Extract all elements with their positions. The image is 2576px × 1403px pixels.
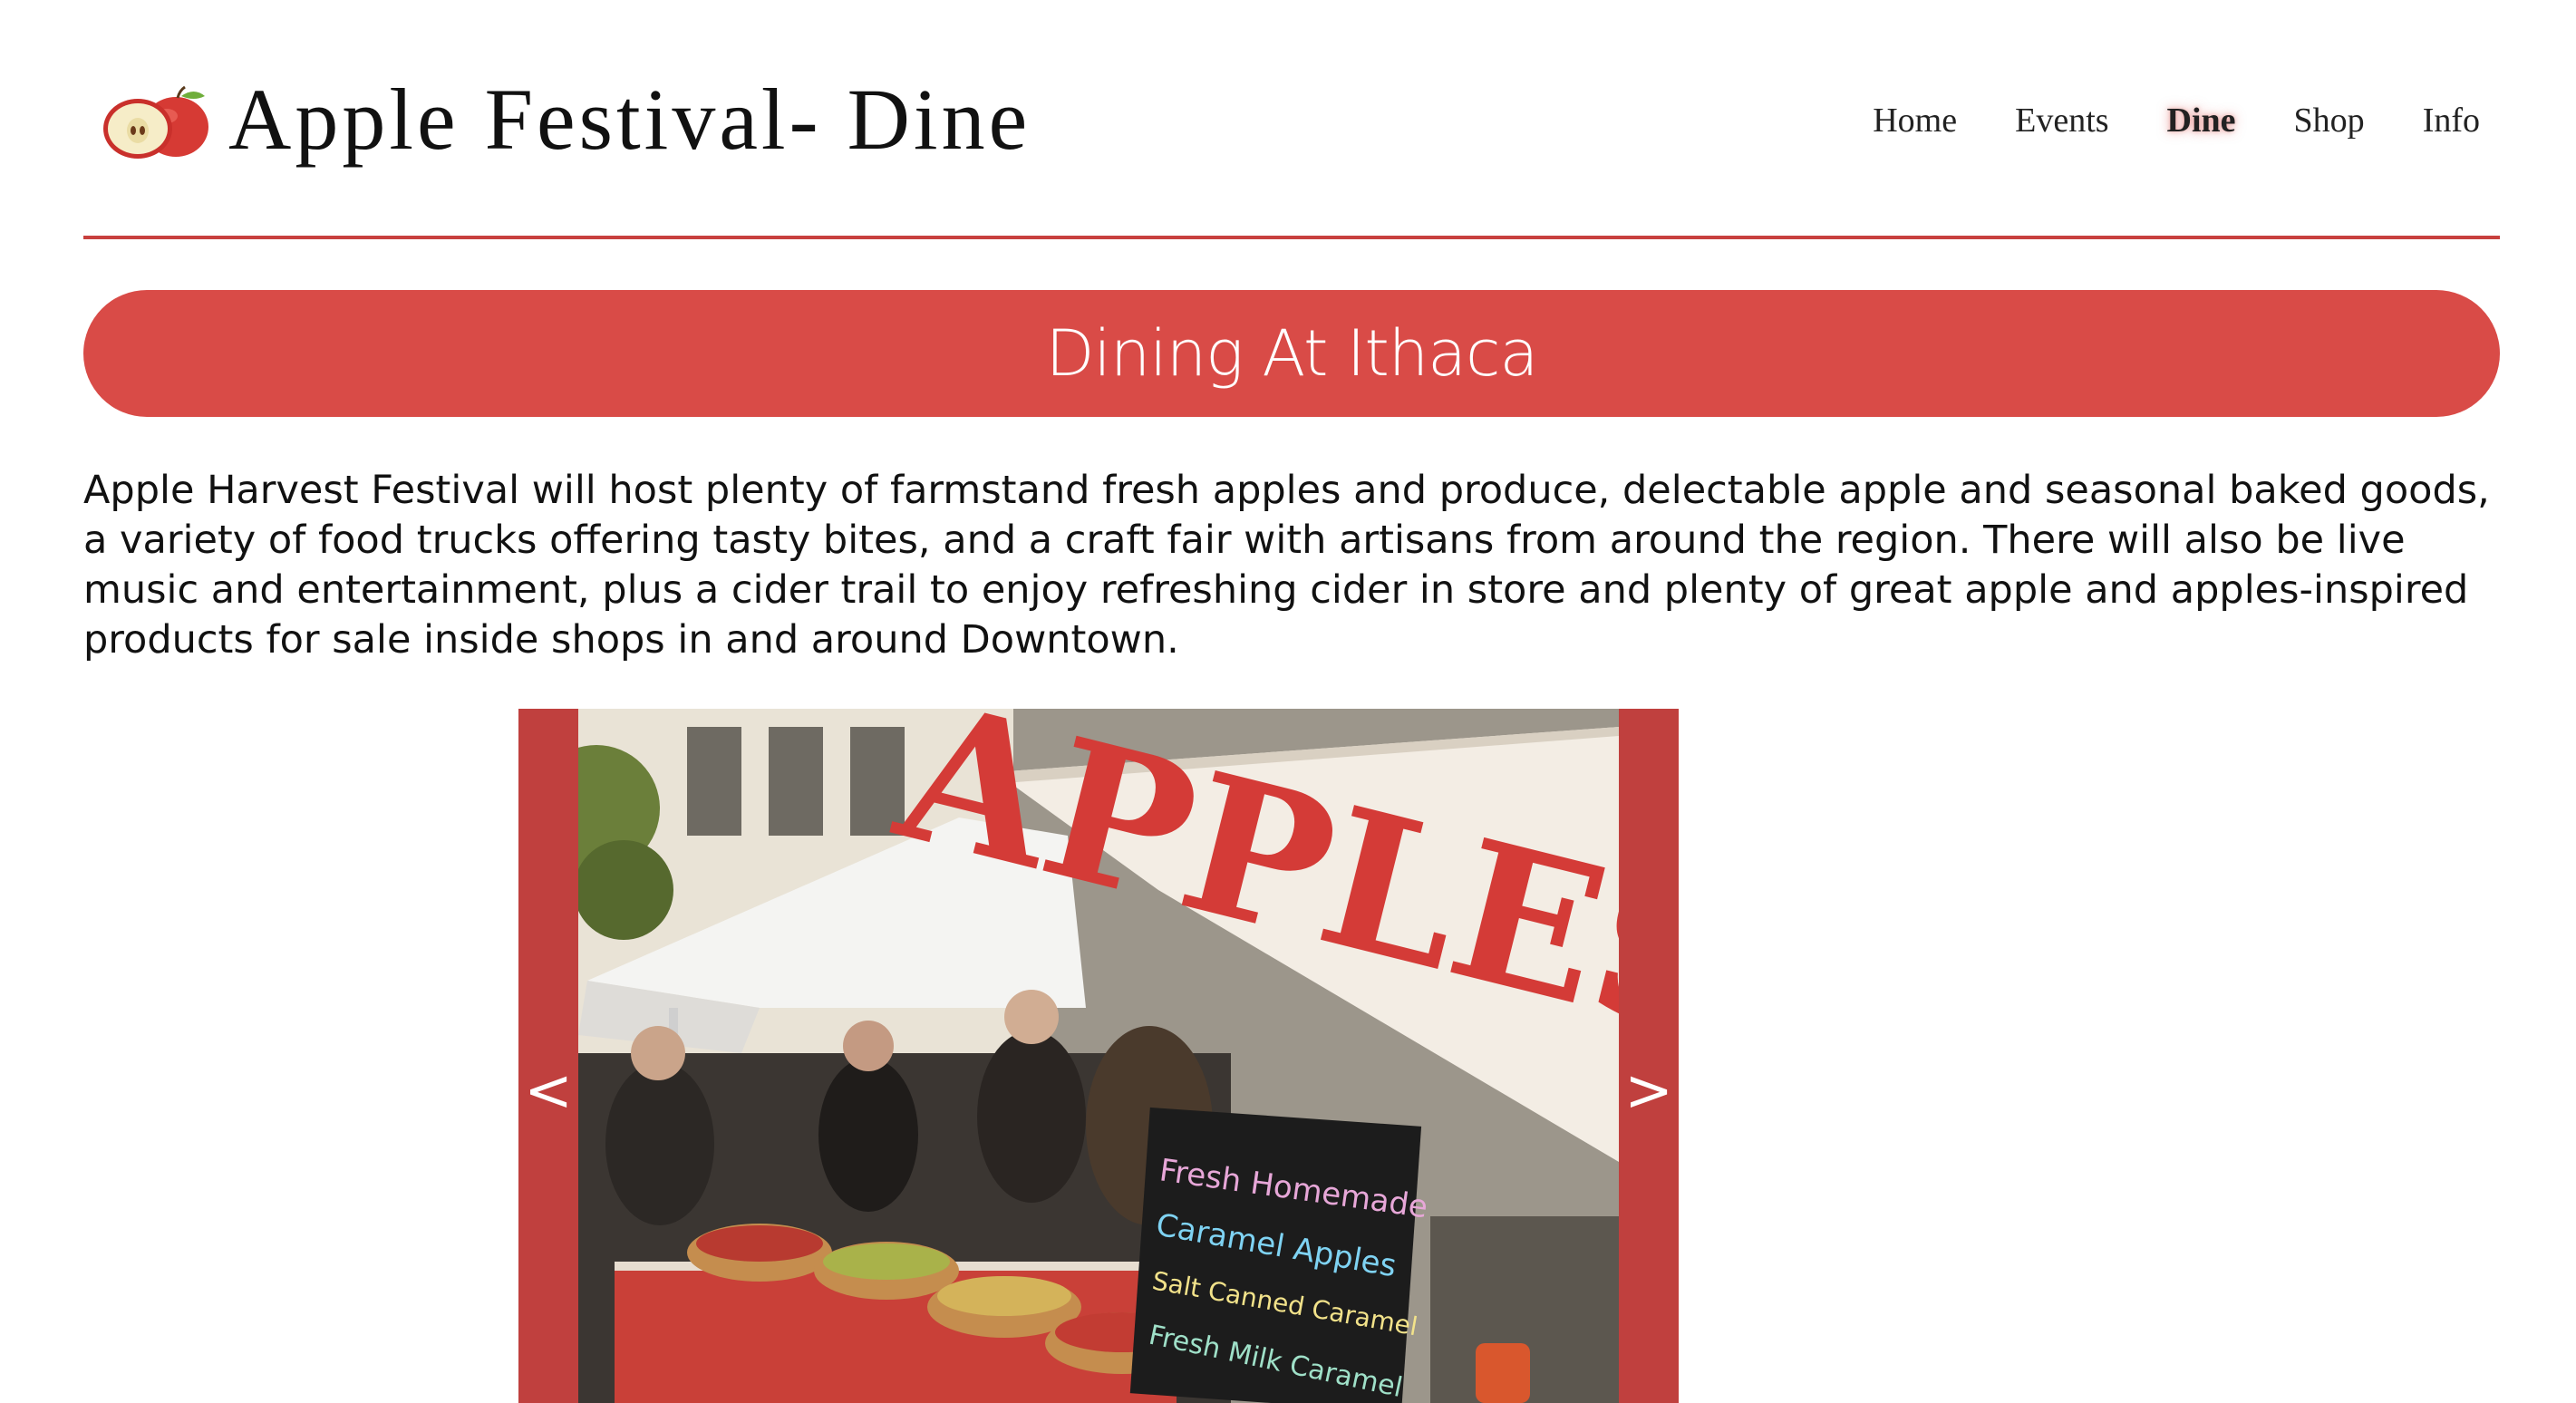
header-divider [83, 236, 2500, 239]
section-title: Dining At Ithaca [1045, 316, 1539, 391]
section-banner: Dining At Ithaca [83, 290, 2500, 417]
nav-item-shop[interactable]: Shop [2294, 103, 2365, 138]
nav-item-dine[interactable]: Dine [2167, 103, 2236, 138]
main-nav: Home Events Dine Shop Info [1873, 103, 2480, 138]
apple-icon[interactable] [100, 85, 212, 161]
next-slide-button[interactable]: > [1619, 1062, 1679, 1120]
intro-paragraph: Apple Harvest Festival will host plenty … [83, 468, 2490, 663]
previous-slide-button[interactable]: < [518, 1062, 578, 1120]
site-title: Apple Festival- Dine [228, 71, 1031, 168]
nav-item-events[interactable]: Events [2015, 103, 2108, 138]
site-header: Apple Festival- Dine Home Events Dine Sh… [83, 51, 2500, 196]
image-slideshow: < APPLES Fresh Homemade Caramel Apples S… [518, 709, 1679, 1403]
nav-item-home[interactable]: Home [1873, 103, 1957, 138]
slide-photo: APPLES Fresh Homemade Caramel Apples Sal… [578, 709, 1619, 1403]
nav-item-info[interactable]: Info [2423, 103, 2480, 138]
